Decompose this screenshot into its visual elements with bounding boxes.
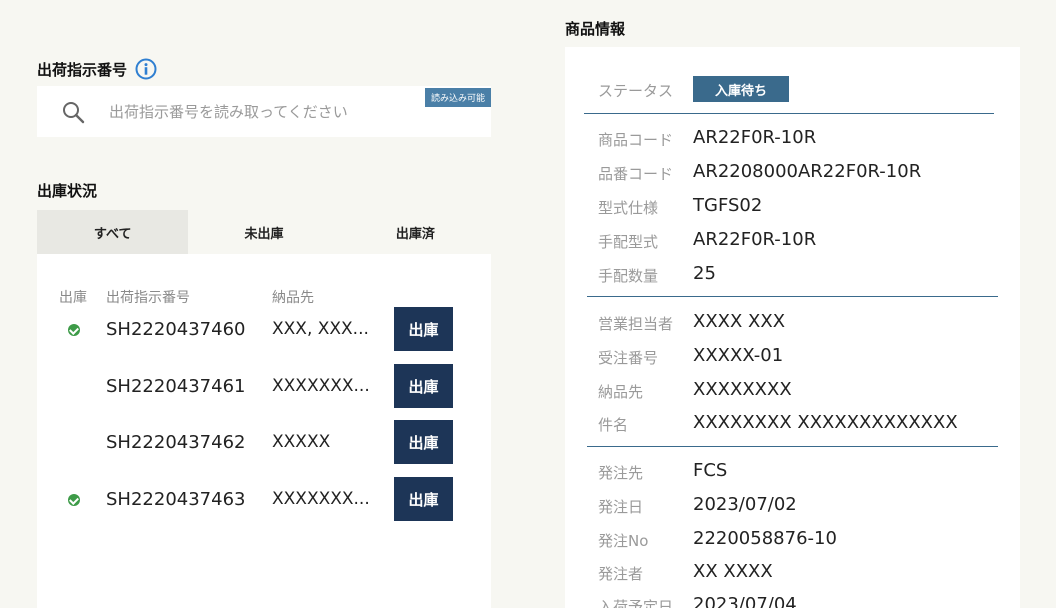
- info-row: 件名 XXXXXXXX XXXXXXXXXXXXX: [565, 408, 1020, 438]
- info-label: 商品コード: [598, 131, 674, 149]
- info-value: XXXXXXXX XXXXXXXXXXXXX: [693, 412, 958, 433]
- divider: [587, 296, 998, 297]
- info-label: 営業担当者: [598, 315, 674, 333]
- info-row: 入荷予定日 2023/07/04: [565, 590, 1020, 608]
- scan-available-badge: 読み込み可能: [424, 88, 491, 107]
- info-label: 発注No: [598, 532, 649, 550]
- destination: XXXXXXX...: [272, 489, 370, 509]
- column-header-destination: 納品先: [272, 290, 314, 306]
- info-row: 手配数量 25: [565, 259, 1020, 289]
- info-value: AR22F0R-10R: [693, 229, 817, 250]
- info-row: 商品コード AR22F0R-10R: [565, 123, 1020, 153]
- info-row: 型式仕様 TGFS02: [565, 191, 1020, 221]
- table-row: SH2220437460 XXX, XXX... 出庫: [37, 307, 491, 351]
- tab-unshipped[interactable]: 未出庫: [188, 210, 339, 254]
- info-row: 発注No 2220058876-10: [565, 524, 1020, 554]
- status-tabs: すべて 未出庫 出庫済: [37, 210, 491, 254]
- ship-number: SH2220437462: [106, 432, 246, 453]
- column-header-number: 出荷指示番号: [106, 290, 190, 306]
- column-header-shipped: 出庫: [59, 290, 87, 306]
- info-label: 発注日: [598, 498, 644, 516]
- info-value: 2023/07/02: [693, 494, 797, 515]
- info-value: AR22F0R-10R: [693, 127, 817, 148]
- divider: [584, 113, 994, 114]
- info-row: 品番コード AR2208000AR22F0R-10R: [565, 157, 1020, 187]
- info-label: 受注番号: [598, 349, 659, 367]
- ship-number: SH2220437461: [106, 376, 246, 397]
- destination: XXXXXXX...: [272, 376, 370, 396]
- info-label: 手配数量: [598, 267, 659, 285]
- ship-number: SH2220437463: [106, 489, 246, 510]
- info-label: 発注先: [598, 464, 644, 482]
- tab-shipped[interactable]: 出庫済: [340, 210, 491, 254]
- info-value: FCS: [693, 460, 728, 481]
- ship-instruction-title: 出荷指示番号: [37, 58, 157, 80]
- info-row: 納品先 XXXXXXXX: [565, 375, 1020, 405]
- search-icon: [63, 102, 85, 124]
- destination: XXX, XXX...: [272, 319, 369, 339]
- info-value: XX XXXX: [693, 561, 773, 582]
- info-label: 入荷予定日: [598, 598, 674, 608]
- shipment-list: 出庫 出荷指示番号 納品先 SH2220437460 XXX, XXX... 出…: [37, 254, 491, 608]
- product-info-panel: ステータス 入庫待ち 商品コード AR22F0R-10R 品番コード AR220…: [565, 47, 1020, 608]
- ship-instruction-input[interactable]: [109, 99, 409, 125]
- info-row: 手配型式 AR22F0R-10R: [565, 225, 1020, 255]
- ship-instruction-label: 出荷指示番号: [37, 60, 128, 79]
- info-row: 発注先 FCS: [565, 456, 1020, 486]
- shipping-status-title: 出庫状況: [37, 182, 98, 200]
- info-label: 品番コード: [598, 165, 674, 183]
- ship-button[interactable]: 出庫: [394, 364, 453, 408]
- status-row: ステータス: [565, 74, 1020, 104]
- shipped-check-icon: [68, 494, 80, 506]
- info-label: 手配型式: [598, 233, 659, 251]
- info-value: 2220058876-10: [693, 528, 837, 549]
- info-label: 件名: [598, 416, 629, 434]
- ship-number: SH2220437460: [106, 319, 246, 340]
- info-label: 型式仕様: [598, 199, 659, 217]
- status-badge: 入庫待ち: [693, 76, 789, 102]
- info-value: TGFS02: [693, 195, 763, 216]
- search-box: 読み込み可能: [37, 86, 491, 137]
- info-row: 発注日 2023/07/02: [565, 490, 1020, 520]
- info-value: 25: [693, 263, 716, 284]
- shipped-check-icon: [68, 324, 80, 336]
- info-label: 納品先: [598, 383, 644, 401]
- info-value: AR2208000AR22F0R-10R: [693, 161, 922, 182]
- table-row: SH2220437463 XXXXXXX... 出庫: [37, 477, 491, 521]
- tab-all[interactable]: すべて: [37, 210, 189, 254]
- table-row: SH2220437461 XXXXXXX... 出庫: [37, 364, 491, 408]
- ship-button[interactable]: 出庫: [394, 477, 453, 521]
- info-value: XXXXX-01: [693, 345, 784, 366]
- product-info-title: 商品情報: [565, 20, 626, 38]
- status-label: ステータス: [598, 82, 674, 100]
- info-value: XXXX XXX: [693, 311, 786, 332]
- info-value: XXXXXXXX: [693, 379, 792, 400]
- divider: [587, 446, 998, 447]
- info-row: 受注番号 XXXXX-01: [565, 341, 1020, 371]
- destination: XXXXX: [272, 432, 331, 452]
- ship-button[interactable]: 出庫: [394, 307, 453, 351]
- info-icon[interactable]: [135, 58, 157, 80]
- table-row: SH2220437462 XXXXX 出庫: [37, 420, 491, 464]
- ship-button[interactable]: 出庫: [394, 420, 453, 464]
- info-label: 発注者: [598, 565, 644, 583]
- info-row: 営業担当者 XXXX XXX: [565, 307, 1020, 337]
- info-value: 2023/07/04: [693, 594, 797, 608]
- info-row: 発注者 XX XXXX: [565, 557, 1020, 587]
